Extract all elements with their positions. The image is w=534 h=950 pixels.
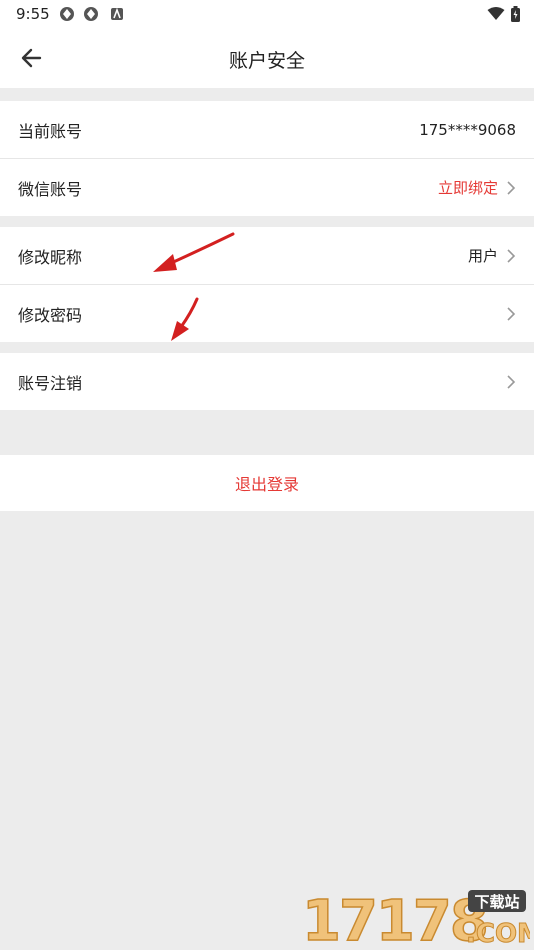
chevron-right-icon <box>507 374 516 389</box>
wechat-account-label: 微信账号 <box>18 179 83 199</box>
edit-nickname-label: 修改昵称 <box>18 247 83 267</box>
battery-icon <box>511 6 520 22</box>
chevron-right-icon <box>507 248 516 263</box>
app-bar: 账户安全 <box>0 28 534 88</box>
chevron-right-icon <box>507 306 516 321</box>
status-time: 9:55 <box>16 5 50 23</box>
logout-label: 退出登录 <box>234 475 299 494</box>
annotation-arrow-icon <box>153 232 235 272</box>
nickname-value: 用户 <box>467 247 498 265</box>
svg-text:.COM: .COM <box>466 919 530 948</box>
edit-nickname-row[interactable]: 修改昵称 用户 <box>0 227 534 284</box>
logout-button[interactable]: 退出登录 <box>0 455 534 511</box>
app-notification-icon <box>111 7 123 20</box>
current-account-label: 当前账号 <box>18 121 83 141</box>
current-account-value: 175****9068 <box>419 120 516 139</box>
change-password-label: 修改密码 <box>18 305 83 325</box>
status-bar: 9:55 <box>0 0 534 28</box>
wechat-account-row[interactable]: 微信账号 立即绑定 <box>0 159 534 216</box>
status-icons <box>487 6 520 22</box>
chevron-right-icon <box>507 180 516 195</box>
current-account-row: 当前账号 175****9068 <box>0 101 534 158</box>
svg-text:17178: 17178 <box>302 889 487 948</box>
watermark-logo: 17178 下载站 .COM <box>301 888 530 948</box>
app-notification-icon <box>60 7 74 21</box>
wifi-icon <box>487 7 505 20</box>
cancel-account-label: 账号注销 <box>18 373 83 393</box>
annotation-arrow-icon <box>171 297 199 341</box>
svg-text:下载站: 下载站 <box>474 893 519 911</box>
page-title: 账户安全 <box>228 50 305 72</box>
cancel-account-row[interactable]: 账号注销 <box>0 353 534 410</box>
app-notification-icon <box>84 7 98 21</box>
change-password-row[interactable]: 修改密码 <box>0 285 534 342</box>
bind-now-link[interactable]: 立即绑定 <box>438 177 498 198</box>
